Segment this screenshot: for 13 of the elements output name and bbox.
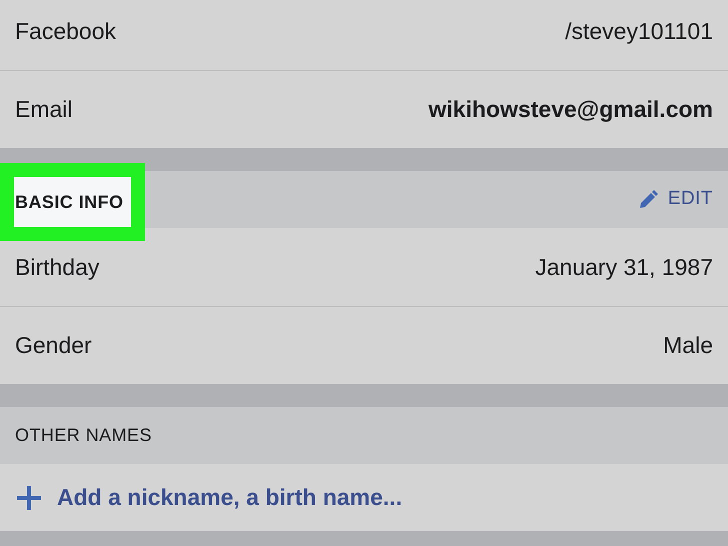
field-value: Male xyxy=(663,331,713,360)
edit-button[interactable]: EDIT xyxy=(638,185,713,214)
field-label: Birthday xyxy=(15,252,100,282)
field-value: January 31, 1987 xyxy=(535,252,713,282)
field-value: wikihowsteve@gmail.com xyxy=(428,95,713,124)
field-label: Gender xyxy=(15,331,92,360)
section-title: BASIC INFO xyxy=(0,163,145,241)
field-label: Email xyxy=(15,95,73,124)
plus-icon xyxy=(17,486,41,510)
pencil-icon xyxy=(638,190,658,210)
field-value: /stevey101101 xyxy=(565,16,713,46)
section-title: OTHER NAMES xyxy=(15,424,152,447)
field-label: Facebook xyxy=(15,16,116,46)
